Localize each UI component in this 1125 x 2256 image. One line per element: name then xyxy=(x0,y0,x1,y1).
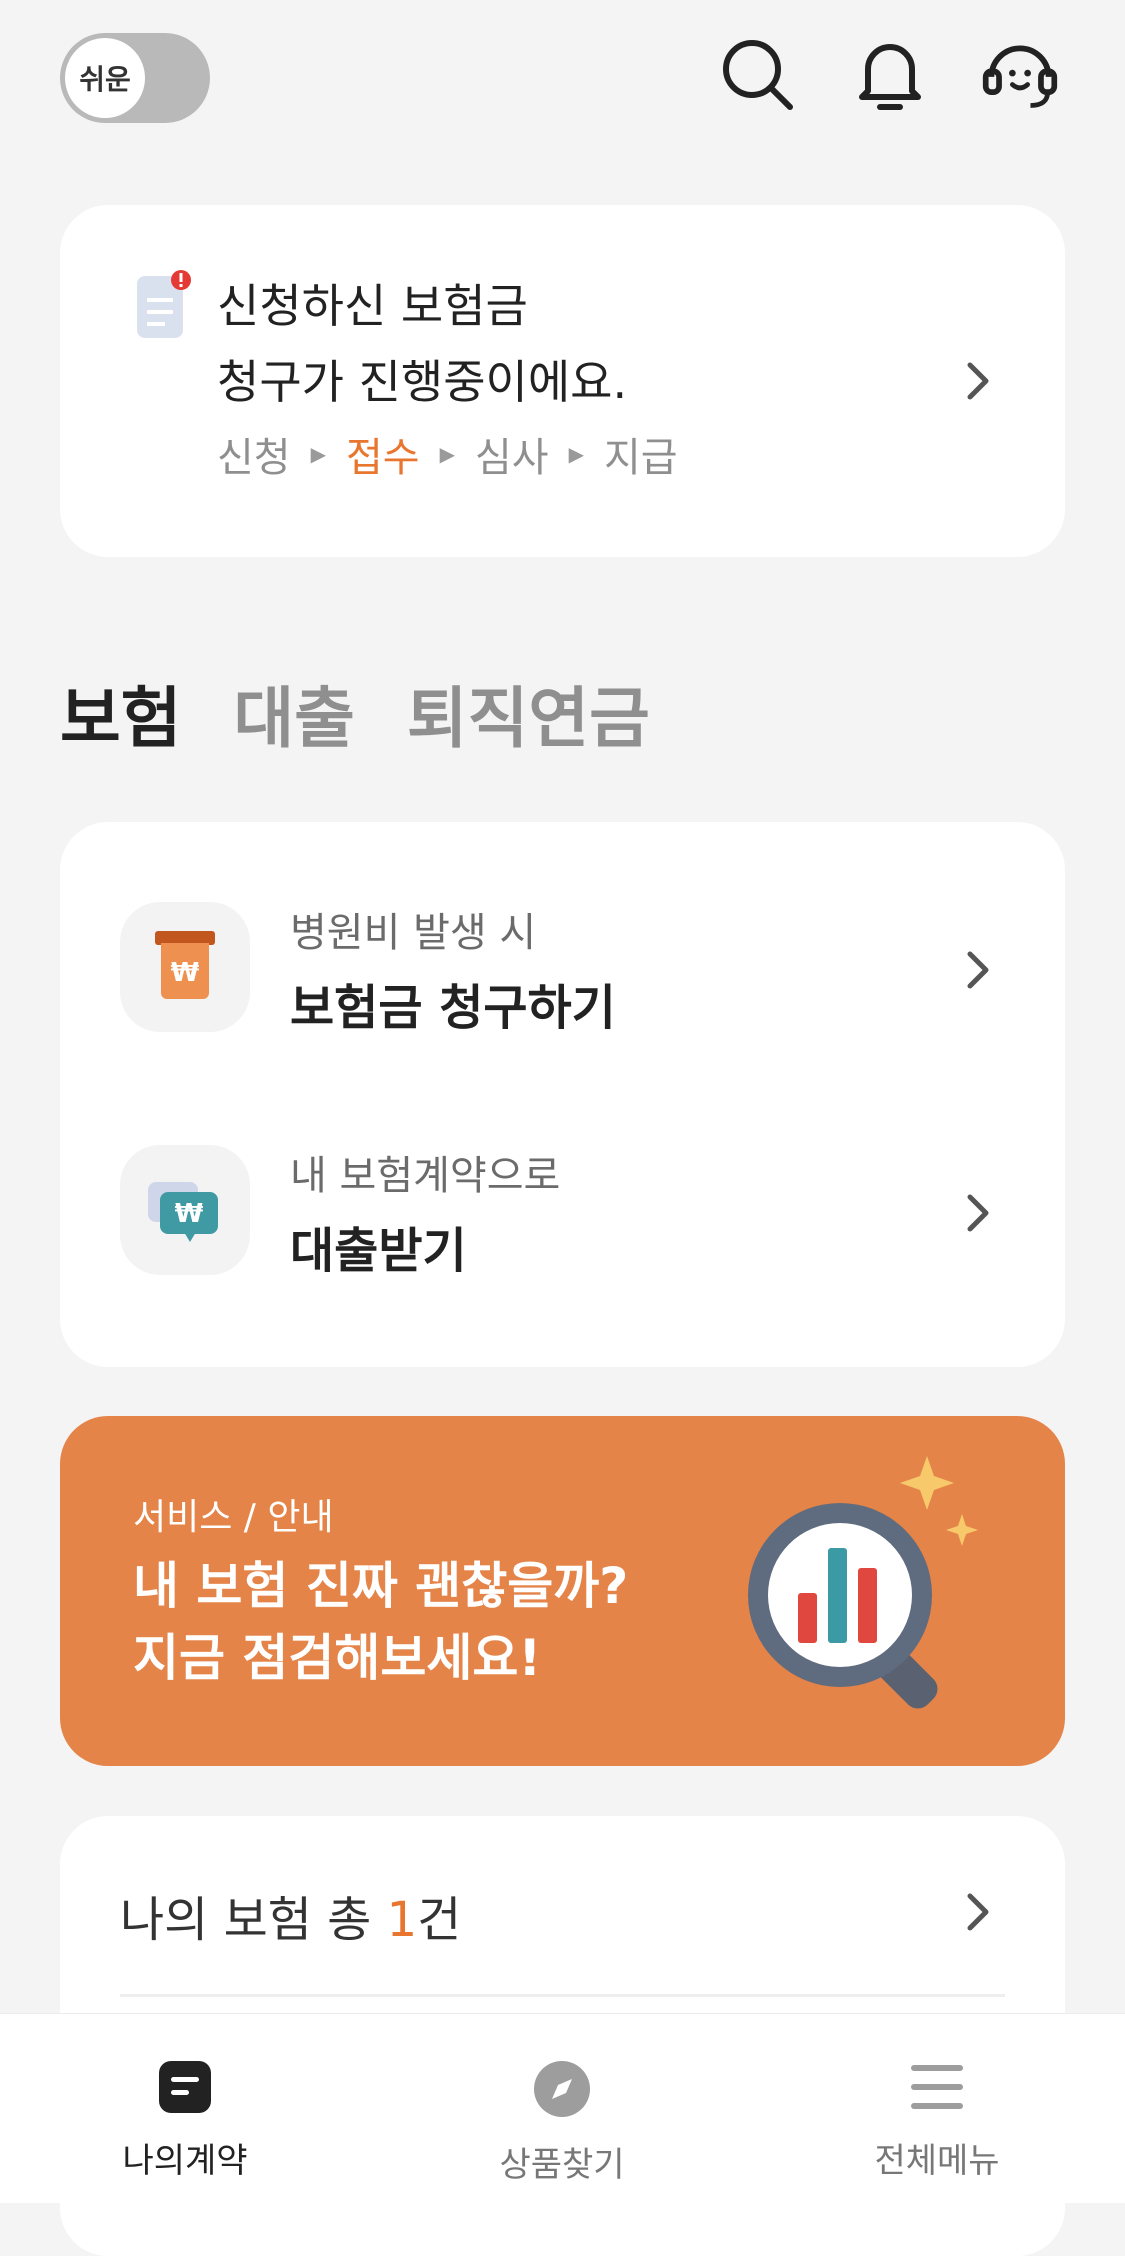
tab-insurance[interactable]: 보험 xyxy=(60,665,181,761)
divider xyxy=(120,1994,1005,1997)
receipt-won-icon: ₩ xyxy=(120,902,250,1032)
chevron-right-icon xyxy=(958,1193,998,1233)
svg-text:₩: ₩ xyxy=(175,1199,204,1229)
loan-item-subtitle: 내 보험계약으로 xyxy=(290,1153,561,1199)
customer-support-icon[interactable] xyxy=(980,35,1060,115)
my-insurance-count: 1 xyxy=(386,1892,418,1948)
svg-text:₩: ₩ xyxy=(171,958,200,988)
nav-my-contracts[interactable]: 나의계약 xyxy=(105,2059,265,2182)
step-apply: 신청 xyxy=(217,435,291,481)
easy-mode-label: 쉬운 xyxy=(65,38,145,118)
banner-line2: 지금 점검해보세요! xyxy=(133,1629,542,1687)
my-insurance-prefix: 나의 보험 총 xyxy=(120,1892,387,1948)
step-review: 심사 xyxy=(475,435,549,481)
nav-find-products[interactable]: 상품찾기 xyxy=(482,2059,642,2186)
chevron-right-icon xyxy=(958,361,998,401)
nav-my-contracts-label: 나의계약 xyxy=(122,2141,248,2181)
step-arrow-icon: ▶ xyxy=(310,442,326,466)
banner-category: 서비스 / 안내 xyxy=(133,1497,334,1538)
chevron-right-icon xyxy=(958,950,998,990)
easy-mode-toggle[interactable]: 쉬운 xyxy=(60,33,210,123)
claim-status-message: 신청하신 보험금 청구가 진행중이에요. xyxy=(217,268,627,420)
tab-pension[interactable]: 퇴직연금 xyxy=(407,665,650,761)
step-arrow-icon: ▶ xyxy=(439,442,455,466)
chevron-right-icon[interactable] xyxy=(958,1892,998,1932)
tab-loan[interactable]: 대출 xyxy=(233,665,354,761)
nav-all-menu-label: 전체메뉴 xyxy=(874,2141,1000,2181)
claim-item-subtitle: 병원비 발생 시 xyxy=(290,910,537,956)
bell-icon[interactable] xyxy=(850,35,930,115)
my-insurance-summary: 나의 보험 총 1건 xyxy=(120,1880,461,1950)
claim-line2: 청구가 진행중이에요. xyxy=(217,355,628,409)
nav-all-menu[interactable]: 전체메뉴 xyxy=(857,2059,1017,2182)
claim-line1: 신청하신 보험금 xyxy=(217,279,528,333)
step-received: 접수 xyxy=(346,435,420,481)
chat-won-icon: ₩ xyxy=(120,1145,250,1275)
banner-line1: 내 보험 진짜 괜찮을까? xyxy=(133,1557,629,1615)
search-icon[interactable] xyxy=(718,35,798,115)
magnifier-chart-icon xyxy=(735,1450,995,1720)
policy-loan-item[interactable]: ₩ 내 보험계약으로 대출받기 xyxy=(60,1123,1065,1303)
claim-insurance-item[interactable]: ₩ 병원비 발생 시 보험금 청구하기 xyxy=(60,880,1065,1060)
compass-icon xyxy=(532,2059,592,2123)
step-payment: 지급 xyxy=(604,435,678,481)
claim-item-title: 보험금 청구하기 xyxy=(290,980,616,1036)
bottom-navigation: 나의계약 상품찾기 전체메뉴 xyxy=(0,2013,1125,2203)
banner-title: 내 보험 진짜 괜찮을까? 지금 점검해보세요! xyxy=(133,1550,628,1694)
menu-icon xyxy=(907,2059,967,2119)
step-arrow-icon: ▶ xyxy=(568,442,584,466)
product-tabs: 보험 대출 퇴직연금 xyxy=(60,665,650,761)
document-icon xyxy=(157,2059,213,2119)
my-insurance-suffix: 건 xyxy=(417,1892,462,1948)
claim-progress-steps: 신청 ▶ 접수 ▶ 심사 ▶ 지급 xyxy=(217,425,678,483)
nav-find-products-label: 상품찾기 xyxy=(499,2145,625,2185)
claim-document-alert-icon xyxy=(135,270,191,338)
loan-item-title: 대출받기 xyxy=(290,1223,467,1279)
